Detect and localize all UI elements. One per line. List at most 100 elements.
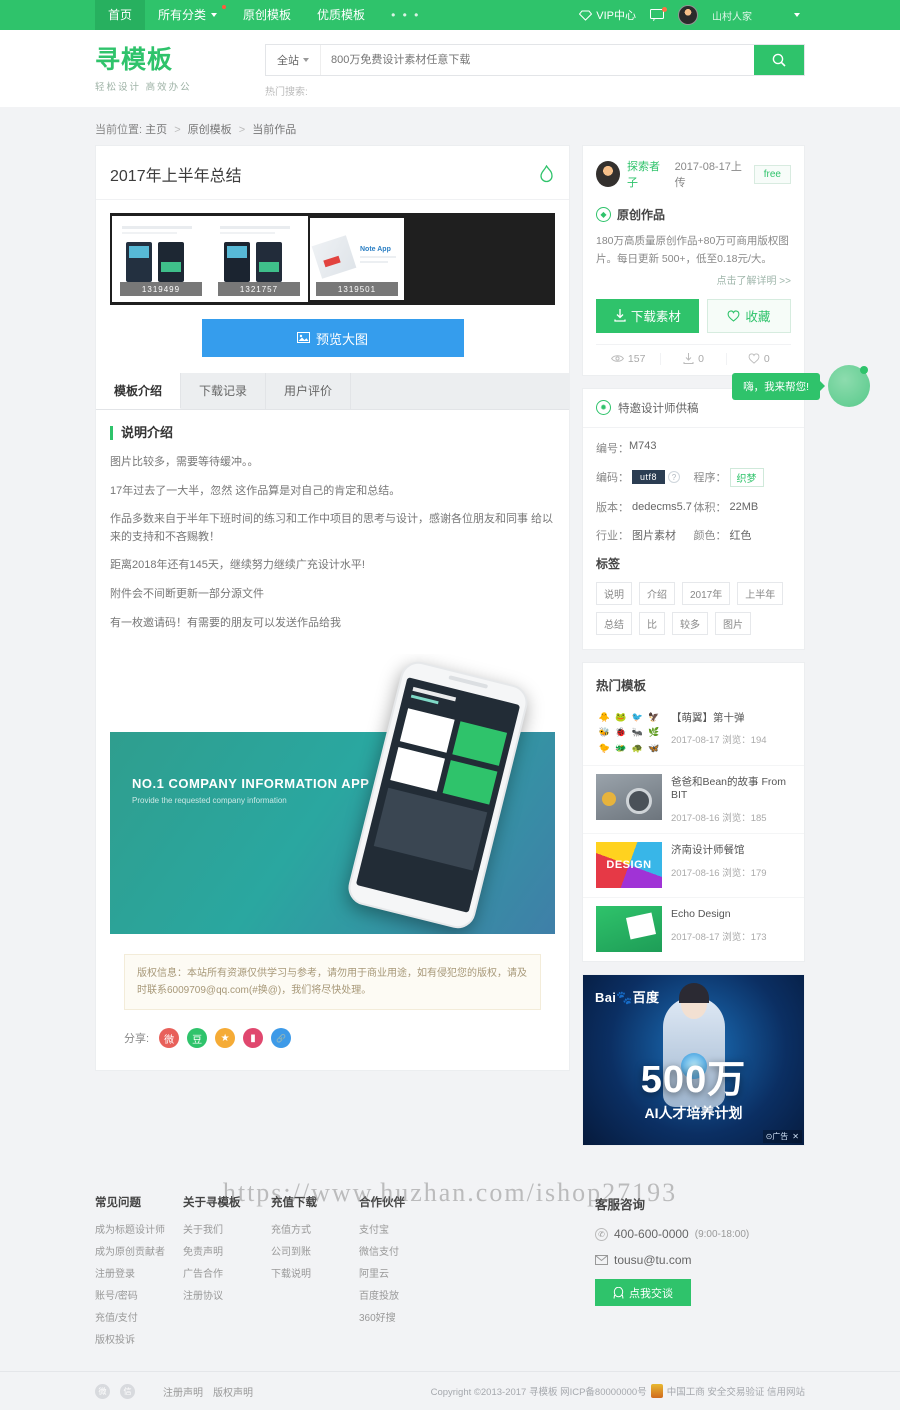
footer-link[interactable]: 账号/密码: [95, 1287, 183, 1302]
advertisement-card[interactable]: Bai🐾百度 500万 AI人才培养计划 ⊙广告 ✕: [582, 974, 805, 1147]
list-item[interactable]: 🐥 🐸 🐦 🦅 🐝 🐞 🐜 🌿 🐤 🐲 🐢 🦋 【萌翼】第十弹 2017-08-17 浏览：194: [583, 702, 804, 765]
registration-statement-link[interactable]: 注册声明: [163, 1384, 203, 1399]
spec-header-label: 特邀设计师供稿: [618, 402, 699, 415]
renren-share-icon[interactable]: ▮: [243, 1028, 264, 1049]
breadcrumb-item-home[interactable]: 主页: [145, 124, 167, 136]
spec-key: 编号：: [596, 442, 629, 455]
close-icon[interactable]: ✕: [792, 1132, 799, 1141]
service-hours: (9:00-18:00): [694, 1228, 750, 1240]
stats-row: 157 0 0: [596, 343, 791, 365]
tag-item[interactable]: 说明: [596, 581, 632, 605]
unread-badge: [662, 7, 667, 12]
footer-link[interactable]: 百度投放: [359, 1287, 469, 1302]
douban-share-icon[interactable]: 豆: [187, 1028, 208, 1049]
tab-template-intro[interactable]: 模板介绍: [96, 373, 182, 409]
search-input[interactable]: [321, 44, 754, 75]
preview-button-label: 预览大图: [315, 331, 368, 347]
tag-item[interactable]: 2017年: [682, 581, 731, 605]
spec-row: 行业： 图片素材 颜色： 红色: [596, 527, 791, 543]
footer-link[interactable]: 版权投诉: [95, 1331, 183, 1346]
footer-link[interactable]: 360好搜: [359, 1309, 469, 1324]
list-item[interactable]: 爸爸和Bean的故事 From BIT 2017-08-16 浏览：185: [583, 764, 804, 833]
share-row: 分享: 微 豆 ★ ▮ 🔗: [110, 1010, 555, 1070]
tag-item[interactable]: 上半年: [737, 581, 784, 605]
wechat-icon[interactable]: 信: [120, 1383, 135, 1399]
spec-row: 编码： utf8 ? 程序： 织梦: [596, 467, 791, 487]
chat-launcher-button[interactable]: [828, 365, 870, 407]
thumbnail-item[interactable]: 1321757: [210, 216, 308, 302]
footer-link[interactable]: 充值/支付: [95, 1309, 183, 1324]
footer-link[interactable]: 关于我们: [183, 1221, 271, 1236]
tag-item[interactable]: 图片: [715, 611, 751, 635]
messages-button[interactable]: [650, 7, 667, 21]
copyright-statement-link[interactable]: 版权声明: [213, 1384, 253, 1399]
tag-item[interactable]: 较多: [672, 611, 708, 635]
tab-user-reviews[interactable]: 用户评价: [266, 373, 352, 409]
nav-item-home[interactable]: 首页: [95, 0, 146, 30]
footer-link[interactable]: 微信支付: [359, 1243, 469, 1258]
avatar[interactable]: [596, 161, 620, 187]
preview-image: NO.1 COMPANY INFORMATION APP Provide the…: [110, 654, 555, 935]
spec-value: utf8: [632, 470, 666, 485]
thumbnail-item[interactable]: Note App 1319501: [310, 218, 404, 300]
footer-service: 客服咨询 ✆ 400-600-0000 (9:00-18:00) tousu@t…: [595, 1194, 805, 1353]
spec-value: 22MB: [729, 500, 759, 513]
favorite-share-icon[interactable]: ★: [215, 1028, 236, 1049]
breadcrumb-item-current[interactable]: 当前作品: [252, 124, 296, 136]
copyright-text-area: Copyright ©2013-2017 寻模板 网ICP备80000000号 …: [431, 1384, 805, 1399]
footer-column-partners: 合作伙伴 支付宝 微信支付 阿里云 百度投放 360好搜: [359, 1194, 469, 1353]
tag-item[interactable]: 总结: [596, 611, 632, 635]
weibo-share-icon[interactable]: 微: [159, 1028, 180, 1049]
list-item[interactable]: DESIGN 济南设计师餐馆 2017-08-16 浏览：179: [583, 833, 804, 897]
nav-item-more[interactable]: • • •: [378, 0, 433, 30]
preview-large-image-button[interactable]: 预览大图: [201, 319, 464, 357]
tab-download-records[interactable]: 下载记录: [181, 373, 267, 409]
page-title: 2017年上半年总结: [110, 168, 242, 185]
vip-label: VIP中心: [596, 10, 636, 22]
service-title: 客服咨询: [595, 1198, 646, 1213]
nav-item-original-templates[interactable]: 原创模板: [230, 0, 304, 30]
breadcrumb-item-original[interactable]: 原创模板: [188, 124, 232, 136]
chevron-down-icon[interactable]: [794, 13, 800, 17]
service-phone-row: ✆ 400-600-0000 (9:00-18:00): [595, 1227, 805, 1241]
tag-item[interactable]: 比: [639, 611, 665, 635]
spec-field-version: 版本： dedecms5.7: [596, 499, 694, 515]
learn-more-link[interactable]: 点击了解详明 >>: [596, 272, 791, 287]
footer-link[interactable]: 注册协议: [183, 1287, 271, 1302]
footer-link[interactable]: 免责声明: [183, 1243, 271, 1258]
stat-views: 157: [596, 353, 660, 365]
qq-penguin-icon: [613, 1286, 624, 1299]
chat-bubble[interactable]: 嗨，我来帮您!: [732, 372, 820, 400]
search-button[interactable]: [754, 44, 804, 75]
thumbnail-label: 1319499: [120, 282, 202, 296]
list-item[interactable]: Echo Design 2017-08-17 浏览：173: [583, 897, 804, 961]
nav-label: 原创模板: [243, 8, 292, 22]
nav-item-quality-templates[interactable]: 优质模板: [304, 0, 378, 30]
footer-link[interactable]: 充值方式: [271, 1221, 359, 1236]
vip-center-link[interactable]: VIP中心: [579, 7, 636, 23]
help-icon[interactable]: ?: [668, 471, 681, 484]
tab-label: 用户评价: [284, 384, 333, 398]
nav-item-all-categories[interactable]: 所有分类: [145, 0, 230, 30]
list-item-title: Echo Design: [671, 908, 731, 921]
download-button[interactable]: 下载素材: [596, 298, 699, 333]
thumbnail-item[interactable]: 1319499: [112, 216, 210, 302]
description-paragraph: 距离2018年还有145天，继续努力继续广充设计水平!: [110, 559, 365, 572]
original-work-row: ◆ 原创作品: [596, 206, 791, 223]
favorite-button[interactable]: 收藏: [706, 298, 791, 333]
site-logo[interactable]: 寻模板 轻松设计 高效办公: [95, 48, 255, 94]
footer-link[interactable]: 成为原创贡献者: [95, 1243, 183, 1258]
footer-link[interactable]: 支付宝: [359, 1221, 469, 1236]
tag-item[interactable]: 介绍: [639, 581, 675, 605]
nav-label: 优质模板: [317, 8, 366, 22]
footer-link[interactable]: 公司到账: [271, 1243, 359, 1258]
baidu-ad[interactable]: Bai🐾百度 500万 AI人才培养计划 ⊙广告 ✕: [583, 975, 804, 1146]
weibo-icon[interactable]: 微: [95, 1383, 110, 1399]
footer-link[interactable]: 成为标题设计师: [95, 1221, 183, 1236]
avatar[interactable]: [678, 5, 698, 25]
author-name[interactable]: 探索者子: [627, 158, 668, 190]
chat-with-us-button[interactable]: 点我交谈: [595, 1279, 691, 1307]
search-scope-select[interactable]: 全站: [266, 44, 321, 75]
download-icon: [614, 309, 626, 322]
link-share-icon[interactable]: 🔗: [271, 1028, 292, 1049]
